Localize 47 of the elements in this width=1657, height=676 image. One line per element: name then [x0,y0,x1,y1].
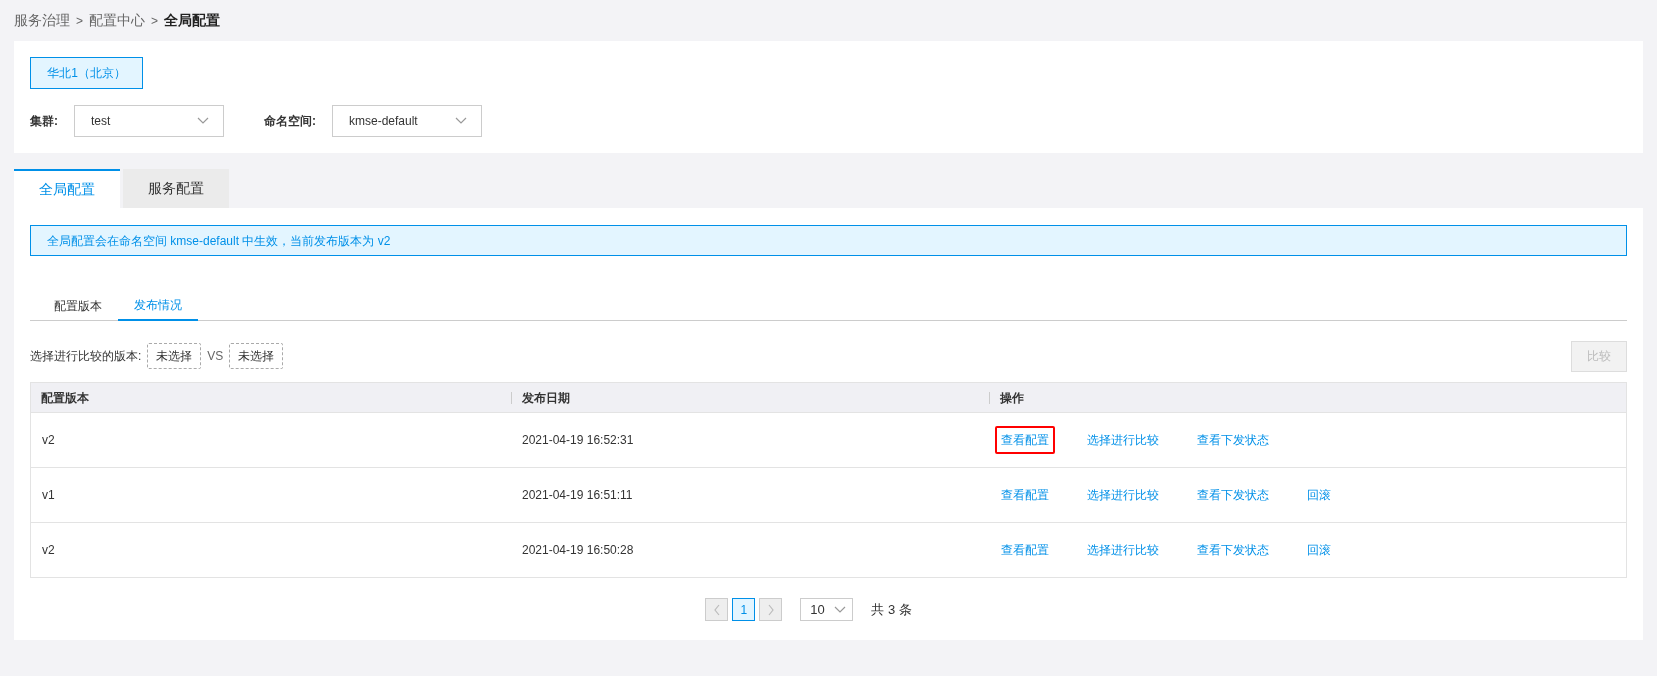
action-link[interactable]: 回滚 [1301,536,1337,564]
breadcrumb-link[interactable]: 服务治理 [14,10,70,31]
table-cell-text: 2021-04-19 16:52:31 [521,432,635,449]
action-link[interactable]: 回滚 [1301,481,1337,509]
chevron-left-icon [712,603,721,616]
action-link[interactable]: 查看下发状态 [1191,481,1275,509]
action-link[interactable]: 查看配置 [995,481,1055,509]
subtab[interactable]: 配置版本 [38,290,118,321]
chevron-down-icon [197,117,209,125]
version-slot: 未选择 [229,343,284,369]
action-link[interactable]: 查看下发状态 [1191,536,1275,564]
table-cell-text: v2 [41,432,56,449]
column-header: 操作 [1000,389,1024,407]
table-cell-text: 2021-04-19 16:50:28 [521,542,635,559]
tab[interactable]: 全局配置 [14,169,120,208]
filter-label: 集群: [30,113,58,130]
action-link[interactable]: 查看配置 [995,426,1055,454]
select-field[interactable]: kmse-default [332,105,482,137]
breadcrumb-current: 全局配置 [164,11,221,30]
chevron-down-icon [455,117,467,125]
info-alert: 全局配置会在命名空间 kmse-default 中生效，当前发布版本为 v2 [30,225,1627,256]
action-link[interactable]: 选择进行比较 [1081,426,1165,454]
column-header: 发布日期 [522,389,570,407]
action-link[interactable]: 查看下发状态 [1191,426,1275,454]
compare-label: 选择进行比较的版本: [30,348,142,365]
vs-label: VS [207,348,224,365]
filter-label: 命名空间: [264,113,316,130]
action-link[interactable]: 查看配置 [995,536,1055,564]
subtab[interactable]: 发布情况 [118,290,198,321]
breadcrumb-separator: > [151,12,159,30]
version-slot: 未选择 [147,343,202,369]
tab[interactable]: 服务配置 [123,169,229,208]
breadcrumb-link[interactable]: 配置中心 [89,10,145,31]
total-count: 共 3 条 [871,600,912,619]
table-cell-text: 2021-04-19 16:51:11 [521,487,634,504]
breadcrumb-separator: > [76,12,83,30]
action-link[interactable]: 选择进行比较 [1081,481,1165,509]
table-cell-text: v1 [41,487,56,504]
chevron-down-icon [834,605,847,614]
region-button[interactable]: 华北1（北京） [30,57,143,89]
table-cell-text: v2 [41,542,56,559]
page-size-select[interactable]: 10 [800,598,854,621]
action-link[interactable]: 选择进行比较 [1081,536,1165,564]
page-button[interactable]: 1 [732,598,756,621]
chevron-right-icon [766,603,775,616]
column-header: 配置版本 [41,389,89,407]
select-field[interactable]: test [74,105,224,137]
